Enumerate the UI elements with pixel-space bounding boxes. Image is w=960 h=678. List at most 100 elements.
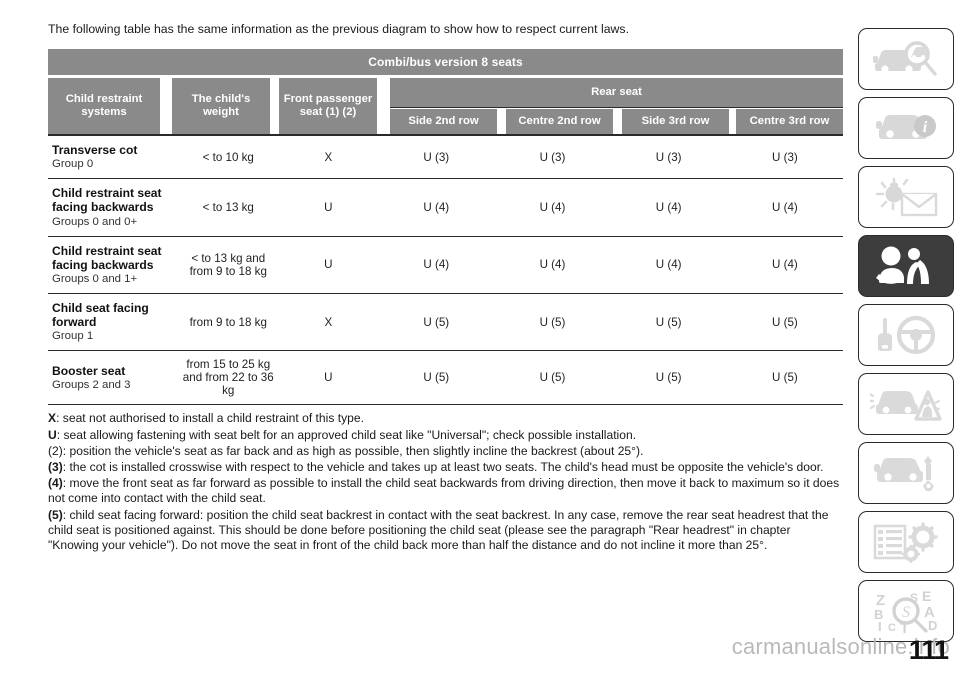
legend-note: (5): child seat facing forward: position…: [48, 508, 843, 554]
alphabetical-index-icon: Z B I C T S E A D S: [870, 589, 942, 633]
intro-paragraph: The following table has the same informa…: [48, 22, 629, 36]
table-title: Combi/bus version 8 seats: [48, 49, 843, 75]
sidebar-item-emergency-breakdown[interactable]: [858, 373, 954, 435]
key-steering-wheel-starting-icon: [871, 314, 941, 356]
legend-note: X: seat not authorised to install a chil…: [48, 411, 843, 426]
sidebar-item-car-info[interactable]: i: [858, 97, 954, 159]
row-side-3rd-row: U (3): [610, 134, 727, 179]
legend-key: (3): [48, 460, 63, 475]
row-side-3rd-row: U (5): [610, 350, 727, 406]
legend-note: U: seat allowing fastening with seat bel…: [48, 428, 843, 443]
svg-text:C: C: [888, 622, 896, 633]
svg-text:i: i: [923, 119, 928, 136]
header-child-weight: The child's weight: [172, 78, 270, 134]
row-centre-3rd-row: U (5): [726, 293, 843, 351]
manual-page: The following table has the same informa…: [0, 0, 960, 678]
row-weight: < to 10 kg: [178, 134, 279, 179]
row-centre-2nd-row: U (4): [494, 235, 611, 294]
rear-seat-underline: [390, 107, 843, 108]
legend-text: : seat not authorised to install a child…: [56, 411, 364, 426]
table-row: Transverse cot Group 0 < to 10 kg X U (3…: [48, 134, 843, 179]
row-front-passenger: X: [278, 293, 379, 351]
row-weight: < to 13 kg: [178, 178, 279, 237]
table-row: Child restraint seat facing backwards Gr…: [48, 178, 843, 237]
legend-text: : position the vehicle's seat as far bac…: [62, 443, 644, 458]
row-centre-2nd-row: U (3): [494, 134, 611, 179]
header-side-3rd-row: Side 3rd row: [622, 109, 729, 134]
row-weight: from 15 to 25 kg and from 22 to 36 kg: [178, 350, 279, 406]
legend-note: (4): move the front seat as far forward …: [48, 476, 843, 506]
page-number: 111: [908, 635, 949, 665]
row-weight: < to 13 kg and from 9 to 18 kg: [178, 235, 279, 294]
row-system-cell: Transverse cot Group 0: [48, 134, 179, 179]
legend-note: (2): position the vehicle's seat as far …: [48, 444, 843, 459]
row-front-passenger: X: [278, 134, 379, 179]
sidebar-item-warning-lights-messages[interactable]: [858, 166, 954, 228]
svg-text:S: S: [902, 604, 910, 621]
legend-key: (4): [48, 476, 63, 491]
header-front-passenger-seat: Front passenger seat (1) (2): [279, 78, 377, 134]
legend-text: : move the front seat as far forward as …: [48, 476, 840, 506]
sidebar-item-technical-specifications[interactable]: [858, 511, 954, 573]
row-front-passenger: U: [278, 178, 379, 237]
row-side-2nd-row: U (4): [378, 235, 495, 294]
sidebar-item-car-inspection[interactable]: [858, 28, 954, 90]
row-centre-3rd-row: U (4): [726, 178, 843, 237]
row-front-passenger: U: [278, 350, 379, 406]
row-system-group: Group 1: [52, 330, 94, 343]
row-side-2nd-row: U (4): [378, 178, 495, 237]
table-row: Booster seat Groups 2 and 3 from 15 to 2…: [48, 350, 843, 406]
legend-key: (2): [48, 443, 63, 458]
legend-text: : seat allowing fastening with seat belt…: [56, 427, 637, 442]
row-side-2nd-row: U (5): [378, 293, 495, 351]
svg-text:D: D: [928, 618, 937, 633]
car-maintenance-icon: [871, 452, 941, 494]
legend-key: X: [48, 411, 57, 426]
table-body: Transverse cot Group 0 < to 10 kg X U (3…: [48, 134, 843, 406]
sidebar-item-occupant-safety[interactable]: [858, 235, 954, 297]
legend-text: : the cot is installed crosswise with re…: [62, 460, 824, 475]
row-system-cell: Child seat facing forward Group 1: [48, 293, 179, 351]
row-system-cell: Child restraint seat facing backwards Gr…: [48, 235, 179, 294]
header-child-restraint-systems: Child restraint systems: [48, 78, 160, 134]
legend-note: (3): the cot is installed crosswise with…: [48, 460, 843, 475]
row-weight: from 9 to 18 kg: [178, 293, 279, 351]
row-system-name: Transverse cot: [52, 143, 138, 157]
row-system-group: Groups 2 and 3: [52, 379, 131, 392]
table-row: Child seat facing forward Group 1 from 9…: [48, 293, 843, 351]
row-system-name: Booster seat: [52, 363, 126, 378]
row-centre-3rd-row: U (4): [726, 235, 843, 294]
row-side-2nd-row: U (3): [378, 134, 495, 179]
svg-text:I: I: [878, 619, 882, 633]
row-system-name: Child restraint seat facing backwards: [52, 186, 162, 215]
row-centre-2nd-row: U (4): [494, 178, 611, 237]
technical-specifications-icon: [871, 521, 941, 563]
row-system-cell: Child restraint seat facing backwards Gr…: [48, 178, 179, 237]
table-legend: X: seat not authorised to install a chil…: [48, 411, 843, 553]
occupant-safety-seatbelt-icon: [871, 244, 941, 288]
sidebar-item-key-steering-wheel[interactable]: [858, 304, 954, 366]
chapter-tabs-sidebar: i Z B I C T S E A D S: [858, 28, 954, 642]
row-system-group: Groups 0 and 0+: [52, 215, 138, 228]
row-side-3rd-row: U (4): [610, 235, 727, 294]
car-info-icon: i: [871, 107, 941, 149]
legend-key: U: [48, 427, 57, 442]
sidebar-item-car-maintenance[interactable]: [858, 442, 954, 504]
row-front-passenger: U: [278, 235, 379, 294]
row-system-name: Child restraint seat facing backwards: [52, 243, 162, 272]
table-row: Child restraint seat facing backwards Gr…: [48, 235, 843, 294]
row-centre-3rd-row: U (3): [726, 134, 843, 179]
row-system-group: Groups 0 and 1+: [52, 273, 138, 286]
sidebar-item-alphabetical-index[interactable]: Z B I C T S E A D S: [858, 580, 954, 642]
row-centre-2nd-row: U (5): [494, 350, 611, 406]
row-system-group: Group 0: [52, 158, 94, 171]
warning-lights-messages-icon: [871, 176, 941, 218]
row-system-cell: Booster seat Groups 2 and 3: [48, 350, 179, 406]
row-system-name: Child seat facing forward: [52, 301, 149, 330]
svg-text:E: E: [922, 589, 931, 604]
emergency-breakdown-icon: [870, 383, 942, 425]
car-inspection-icon: [871, 38, 941, 80]
header-centre-2nd-row: Centre 2nd row: [506, 109, 613, 134]
legend-key: (5): [48, 507, 63, 522]
seat-compatibility-table: Combi/bus version 8 seats Child restrain…: [48, 49, 843, 406]
